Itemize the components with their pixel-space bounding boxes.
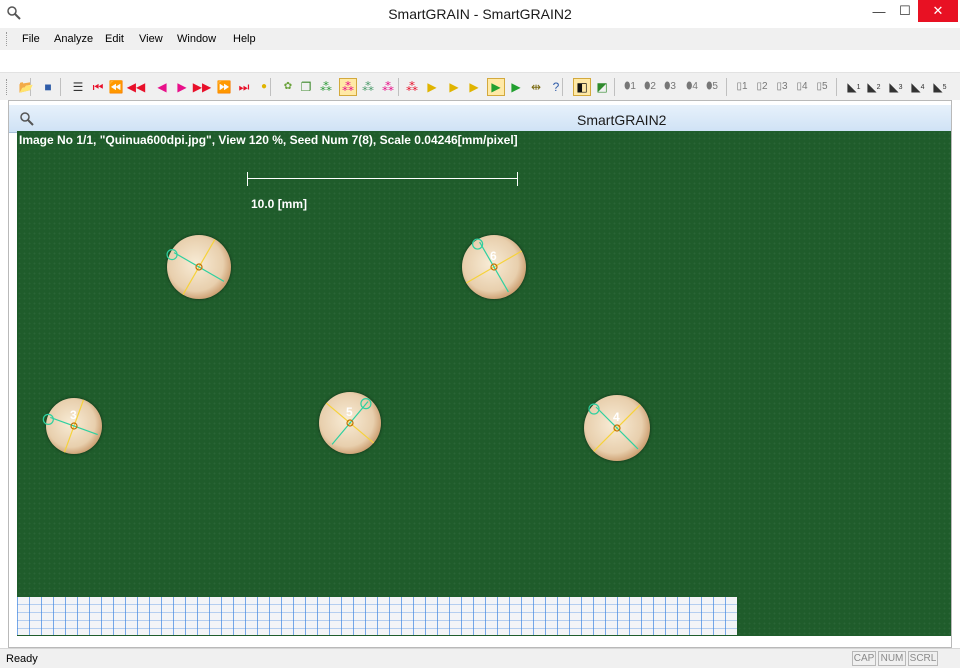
mdi-child-window: SmartGRAIN2 Image No 1/1, "Quinua600dpi.… [8,100,952,648]
seeds-red-icon[interactable]: ⁂ [339,78,357,96]
seed-icon[interactable]: ● [256,79,272,95]
play-yellow3-icon[interactable]: ▶ [466,79,482,95]
box-1-icon[interactable]: ▯1 [734,79,750,95]
rewind-icon[interactable]: ◀◀ [127,79,145,95]
list-icon[interactable]: ☰ [70,79,86,95]
last-image-icon[interactable]: ⏭ [236,79,252,95]
child-window-title: SmartGRAIN2 [577,112,667,128]
toolbar: 📂 ■ ☰ ⏮ ⏪ ◀◀ ◀ ▶ ▶▶ ⏩ ⏭ ● ✿ ❐ ⁂ ⁂ ⁂ ⁂ ⁂ ▶ ▶ ▶ ▶ ▶ ⇹? ◧ ◩ ⬮1 ⬮2 ⬮3 ⬮4 ⬮5… [0,72,960,100]
corner-2-icon[interactable]: ◣ 2 [866,79,882,95]
menu-window[interactable]: Window [177,33,216,45]
seed-marker [42,413,54,425]
box-5-icon[interactable]: ▯5 [814,79,830,95]
menu-bar: File Analyze Edit View Window Help [0,28,960,50]
seed-width-axis [479,241,509,293]
num-indicator: NUM [878,651,906,666]
measure-icon[interactable]: ⇹ [528,79,544,95]
forward-fast-icon[interactable]: ⏩ [216,79,232,95]
box-3-icon[interactable]: ▯3 [774,79,790,95]
save-icon[interactable]: ■ [40,79,56,95]
corner-number: 4 [920,83,925,91]
child-app-icon [20,112,34,126]
seed-4-icon[interactable]: ⬮4 [684,79,700,95]
color-square-icon[interactable]: ◩ [594,79,610,95]
prev-icon[interactable]: ◀ [154,79,170,95]
seed-1-icon[interactable]: ⬮1 [622,79,638,95]
status-text: Ready [6,653,38,665]
close-button[interactable]: ✕ [918,0,958,22]
toolbar-separator [836,78,837,96]
cap-indicator: CAP [852,651,876,666]
toolbar-grip[interactable] [6,79,9,95]
forward-icon[interactable]: ▶▶ [193,79,211,95]
seed-2-icon[interactable]: ⬮2 [642,79,658,95]
seed-select-icon[interactable]: ✿ [280,79,296,95]
copy-icon[interactable]: ❐ [298,79,314,95]
window-title: SmartGRAIN - SmartGRAIN2 [388,6,572,22]
seed-width-axis [50,416,98,436]
corner-5-icon[interactable]: ◣ 5 [932,79,948,95]
scrl-indicator: SCRL [908,651,938,666]
corner-number: 5 [942,83,947,91]
box-2-icon[interactable]: ▯2 [754,79,770,95]
toolbar-separator [614,78,615,96]
black-square-icon[interactable]: ◧ [573,78,591,96]
seeds-red2-icon[interactable]: ⁂ [404,79,420,95]
first-image-icon[interactable]: ⏮ [90,79,106,95]
seed-measurement-overlay [42,238,641,453]
corner-1-icon[interactable]: ◣ 1 [846,79,862,95]
corner-number: 1 [856,83,861,91]
maximize-button[interactable]: ☐ [892,0,918,22]
play-green-icon[interactable]: ▶ [508,79,524,95]
status-bar: Ready CAP NUM SCRL [0,648,960,668]
menu-grip[interactable] [6,32,9,46]
toolbar-separator [60,78,61,96]
seed-3-icon[interactable]: ⬮3 [662,79,678,95]
minimize-button[interactable]: — [866,0,892,22]
child-title-bar: SmartGRAIN2 [9,105,951,133]
image-canvas[interactable]: Image No 1/1, "Quinua600dpi.jpg", View 1… [17,131,951,636]
seed-5-icon[interactable]: ⬮5 [704,79,720,95]
toolbar-separator [398,78,399,96]
menu-view[interactable]: View [139,33,163,45]
seed-marker [166,248,178,261]
play-green-pressed-icon[interactable]: ▶ [487,78,505,96]
seeds-mixed-icon[interactable]: ⁂ [360,79,376,95]
title-bar: SmartGRAIN - SmartGRAIN2 — ☐ ✕ [0,0,960,28]
menu-file[interactable]: File [22,33,40,45]
help-icon[interactable]: ? [548,79,564,95]
corner-4-icon[interactable]: ◣ 4 [910,79,926,95]
rewind-fast-icon[interactable]: ⏪ [108,79,124,95]
box-4-icon[interactable]: ▯4 [794,79,810,95]
corner-3-icon[interactable]: ◣ 3 [888,79,904,95]
menu-analyze[interactable]: Analyze [54,33,93,45]
play-yellow-icon[interactable]: ▶ [424,79,440,95]
corner-number: 2 [876,83,881,91]
open-icon[interactable]: 📂 [18,79,34,95]
toolbar-separator [726,78,727,96]
next-icon[interactable]: ▶ [174,79,190,95]
play-yellow2-icon[interactable]: ▶ [446,79,462,95]
corner-number: 3 [898,83,903,91]
seed-width-axis [173,252,225,282]
menu-help[interactable]: Help [233,33,256,45]
seeds-pink-icon[interactable]: ⁂ [380,79,396,95]
menu-edit[interactable]: Edit [105,33,124,45]
seeds-green-icon[interactable]: ⁂ [318,79,334,95]
